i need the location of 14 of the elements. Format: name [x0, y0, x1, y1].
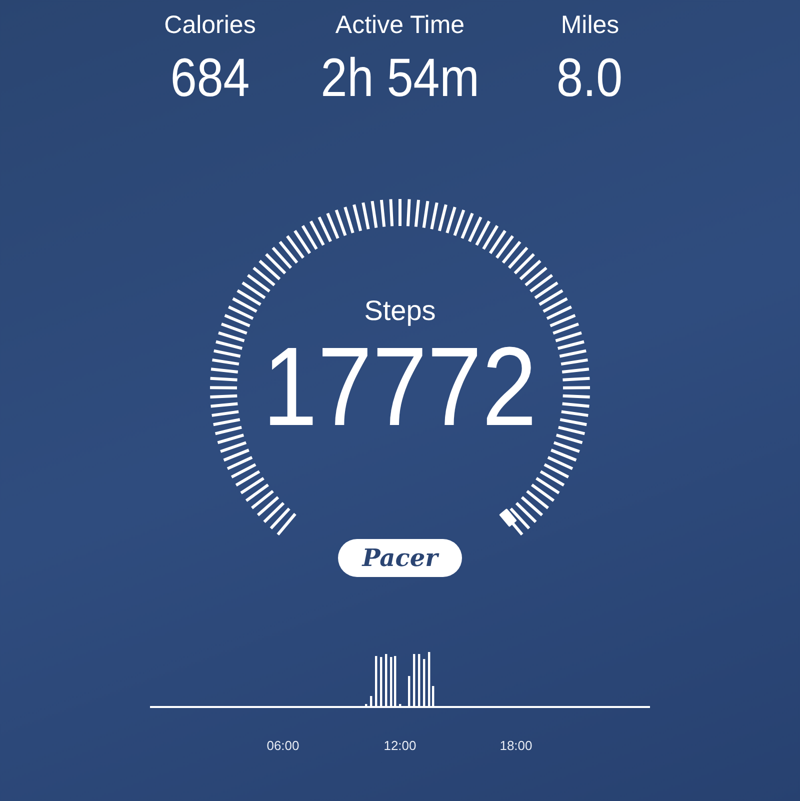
stat-value: 8.0 [556, 47, 624, 110]
stat-value: 2h 54m [320, 47, 480, 110]
brand-logo: Pacer [338, 539, 462, 577]
activity-bars-drawing [365, 652, 434, 706]
time-label: 12:00 [382, 738, 418, 754]
stat-label: Miles [560, 10, 620, 40]
time-label: 18:00 [498, 738, 534, 754]
steps-label: Steps [364, 294, 436, 328]
stat-value: 684 [170, 47, 250, 110]
time-label: 06:00 [266, 738, 300, 754]
steps-count: 17772 [262, 328, 538, 446]
stat-label: Active Time [335, 10, 465, 40]
progress-marker [499, 508, 517, 528]
stat-label: Calories [164, 10, 256, 40]
